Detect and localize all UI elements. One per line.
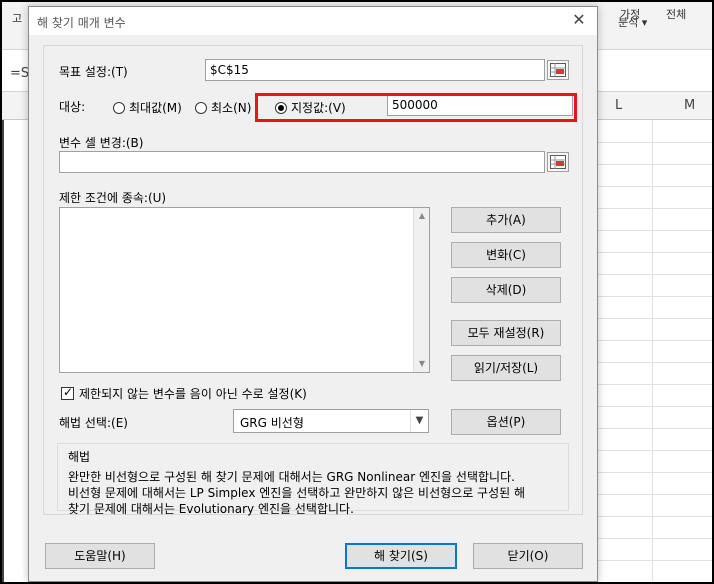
- cell-select-icon: [550, 155, 566, 169]
- radio-maximum[interactable]: 최대값(M): [113, 99, 182, 116]
- grid-line: [598, 362, 712, 363]
- constraints-list[interactable]: ▲ ▼: [59, 207, 430, 373]
- method-description-box: 해법 완만한 비선형으로 구성된 해 찾기 문제에 대해서는 GRG Nonli…: [57, 443, 569, 516]
- objective-input[interactable]: $C$15: [205, 59, 545, 81]
- nonnegative-checkbox[interactable]: 제한되지 않는 변수를 음이 아닌 수로 설정(K): [61, 385, 307, 402]
- reset-all-button[interactable]: 모두 재설정(R): [451, 320, 561, 346]
- grid-line: [598, 560, 712, 561]
- solver-parameters-dialog: 해 찾기 매개 변수 ✕ 목표 설정:(T) $C$15 대상: 최대값(M) …: [28, 6, 598, 582]
- load-save-button[interactable]: 읽기/저장(L): [451, 355, 561, 381]
- highlight-annotation: [255, 93, 577, 122]
- constraints-label: 제한 조건에 종속:(U): [59, 191, 167, 205]
- solving-method-value: GRG 비선형: [240, 416, 304, 430]
- help-button[interactable]: 도움말(H): [45, 543, 155, 569]
- radio-circle: [113, 101, 125, 114]
- close-icon[interactable]: ✕: [571, 12, 587, 28]
- grid-line: [598, 472, 712, 473]
- radio-circle: [195, 101, 207, 114]
- close-button[interactable]: 닫기(O): [473, 543, 583, 569]
- nonnegative-checkbox-label: 제한되지 않는 변수를 음이 아닌 수로 설정(K): [79, 387, 307, 401]
- cell-border-strip: [2, 120, 4, 582]
- target-label: 대상:: [59, 100, 86, 114]
- grid-line: [598, 186, 712, 187]
- scroll-down-icon[interactable]: ▼: [417, 359, 427, 369]
- changing-cells-label: 변수 셀 변경:(B): [59, 136, 144, 150]
- objective-label: 목표 설정:(T): [59, 65, 128, 79]
- constraints-scrollbar[interactable]: ▲ ▼: [413, 208, 429, 372]
- grid-line: [598, 538, 712, 539]
- method-description-line: 완만한 비선형으로 구성된 해 찾기 문제에 대해서는 GRG Nonlinea…: [68, 470, 515, 484]
- grid-line: [598, 230, 712, 231]
- grid-line: [598, 142, 712, 143]
- grid-line: [652, 120, 653, 582]
- changing-cells-ref-button[interactable]: [547, 152, 569, 172]
- grid-line: [598, 274, 712, 275]
- method-description-line: 찾기 문제에 대해서는 Evolutionary 엔진을 선택합니다.: [68, 502, 354, 516]
- solve-button[interactable]: 해 찾기(S): [345, 543, 457, 569]
- window-frame: 고 가정 전체 분석 ▾ =S L M 해 찾기 매개 변수 ✕ 목표 설정:(…: [0, 0, 714, 584]
- method-description-line: 비선형 문제에 대해서는 LP Simplex 엔진을 선택하고 완만하지 않은…: [68, 486, 526, 500]
- ribbon-item: 전체: [666, 8, 687, 21]
- column-label-m[interactable]: M: [684, 98, 695, 113]
- radio-minimum-label: 최소(N): [211, 101, 252, 115]
- grid-line: [598, 428, 712, 429]
- dialog-title-bar[interactable]: 해 찾기 매개 변수 ✕: [29, 7, 597, 35]
- grid-line: [598, 296, 712, 297]
- radio-maximum-label: 최대값(M): [129, 101, 182, 115]
- cell-select-icon: [550, 63, 566, 77]
- grid-line: [598, 318, 712, 319]
- add-button[interactable]: 추가(A): [451, 207, 561, 233]
- delete-button[interactable]: 삭제(D): [451, 277, 561, 303]
- options-button[interactable]: 옵션(P): [451, 409, 561, 435]
- ribbon-analysis[interactable]: 분석 ▾: [618, 14, 647, 30]
- change-button[interactable]: 변화(C): [451, 242, 561, 268]
- formula-text: =S: [10, 66, 30, 81]
- grid-line: [598, 340, 712, 341]
- changing-cells-input[interactable]: [59, 151, 545, 173]
- grid-line: [598, 208, 712, 209]
- dialog-title: 해 찾기 매개 변수: [37, 16, 126, 30]
- grid-line: [598, 450, 712, 451]
- objective-ref-button[interactable]: [547, 60, 569, 80]
- checkbox-checked-icon: [61, 385, 74, 400]
- grid-line: [598, 516, 712, 517]
- solving-method-label: 해법 선택:(E): [59, 416, 128, 430]
- grid-line: [598, 406, 712, 407]
- chevron-down-icon[interactable]: ▼: [410, 410, 428, 432]
- grid-line: [598, 164, 712, 165]
- column-label-l[interactable]: L: [615, 98, 622, 113]
- scroll-up-icon[interactable]: ▲: [417, 211, 427, 221]
- ribbon-item: 고: [12, 12, 23, 25]
- method-description-title: 해법: [68, 450, 91, 464]
- grid-line: [598, 384, 712, 385]
- grid-line: [598, 252, 712, 253]
- solving-method-select[interactable]: GRG 비선형 ▼: [233, 409, 429, 433]
- radio-minimum[interactable]: 최소(N): [195, 99, 251, 116]
- grid-line: [598, 494, 712, 495]
